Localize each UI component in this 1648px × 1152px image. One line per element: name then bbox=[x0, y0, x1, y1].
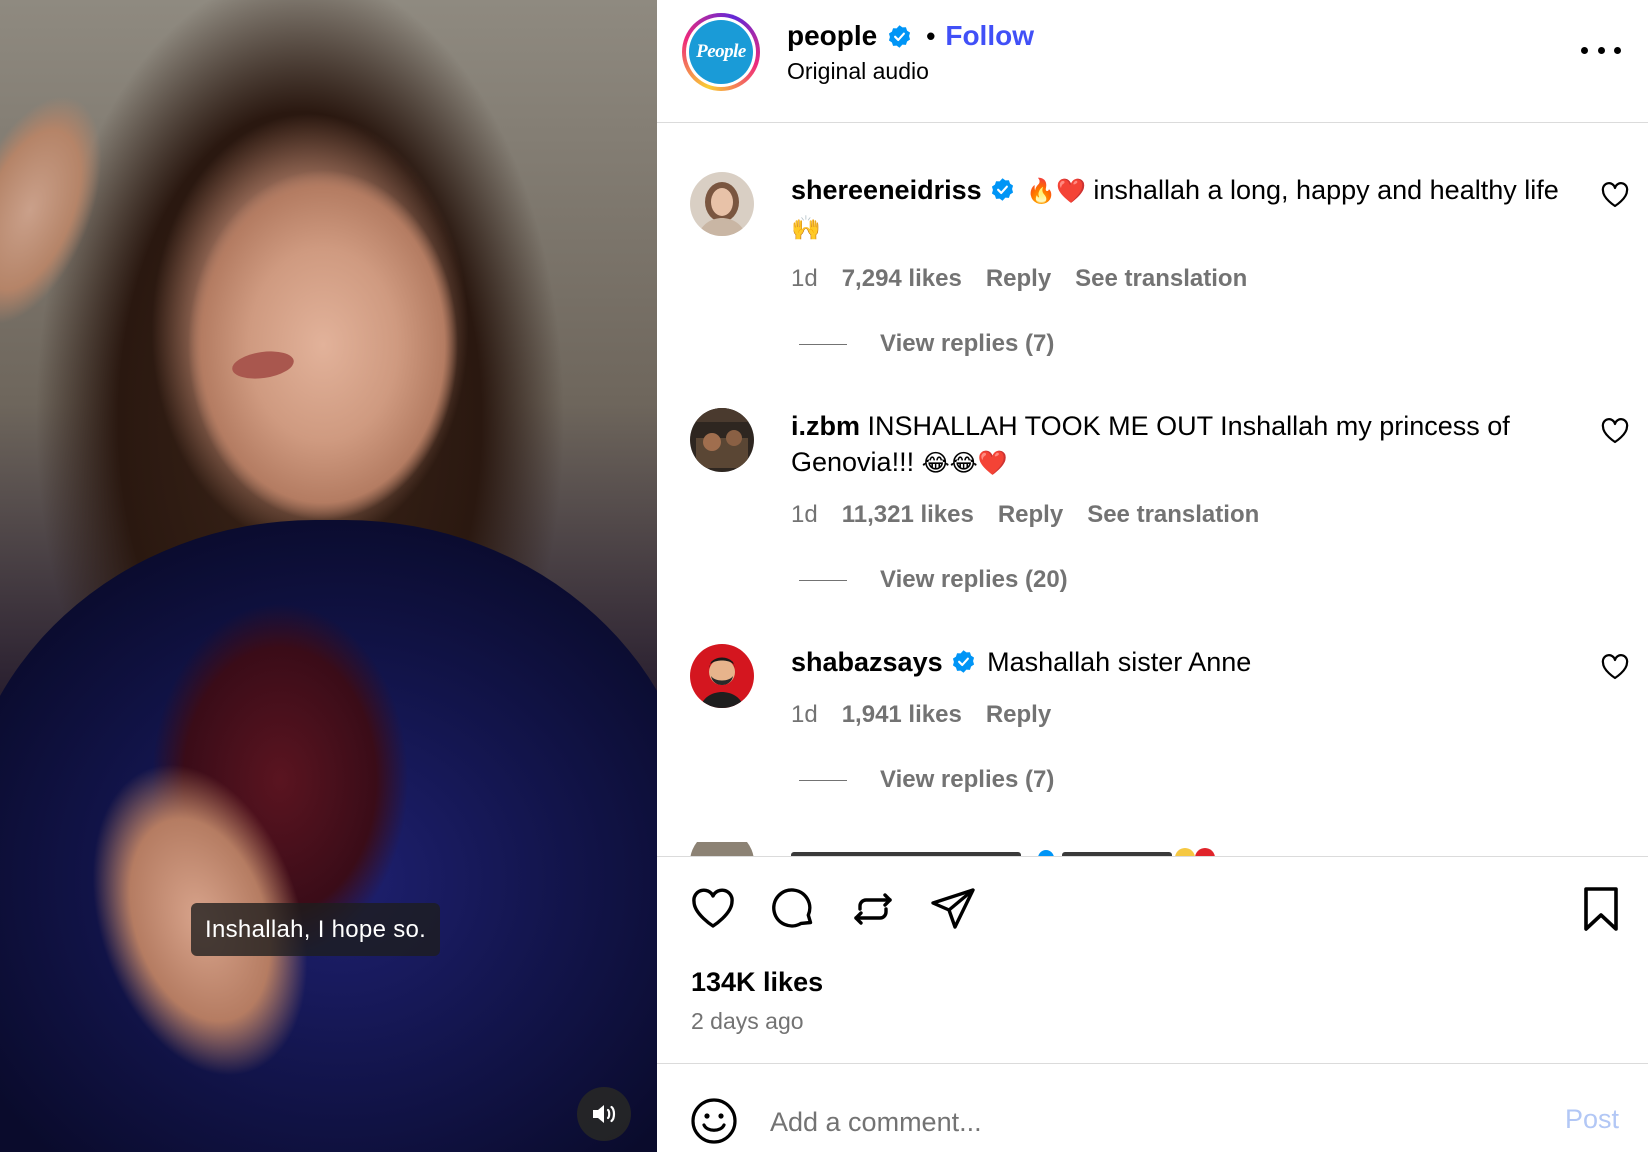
share-icon[interactable] bbox=[929, 885, 977, 933]
view-replies-button[interactable]: View replies (7) bbox=[799, 766, 1054, 794]
comment-emoji: 😂😂❤️ bbox=[921, 449, 1008, 477]
replies-divider-line bbox=[799, 579, 847, 581]
comment-like-heart-icon[interactable] bbox=[1601, 182, 1629, 208]
comment-meta: 1d 11,321 likes Reply See translation bbox=[791, 501, 1283, 529]
see-translation-button[interactable]: See translation bbox=[1087, 501, 1259, 529]
comment-reply-button[interactable]: Reply bbox=[986, 265, 1051, 293]
separator-dot: • bbox=[926, 20, 936, 51]
verified-badge-icon bbox=[991, 178, 1013, 201]
video-frame-hand bbox=[0, 76, 131, 344]
comment-time: 1d bbox=[791, 501, 818, 528]
add-comment-bar: Post bbox=[657, 1063, 1648, 1152]
view-replies-label: View replies (20) bbox=[880, 566, 1068, 593]
commenter-avatar[interactable] bbox=[690, 408, 754, 472]
comment-body: Mashallah sister Anne bbox=[987, 647, 1252, 677]
speaker-on-icon bbox=[593, 1105, 616, 1123]
comment-icon[interactable] bbox=[769, 885, 817, 933]
comments-list[interactable]: shereeneidriss 🔥❤️ inshallah a long, hap… bbox=[657, 124, 1648, 856]
view-replies-label: View replies (7) bbox=[880, 766, 1055, 793]
emoji-smiley-icon[interactable] bbox=[690, 1097, 738, 1145]
comment-body: inshallah a long, happy and healthy life bbox=[1093, 175, 1559, 205]
bookmark-icon[interactable] bbox=[1577, 885, 1625, 933]
video-player[interactable]: Inshallah, I hope so. bbox=[0, 0, 657, 1152]
comment-emoji: 🙌 bbox=[791, 214, 821, 242]
heart-icon[interactable] bbox=[689, 885, 737, 933]
post-comment-button[interactable]: Post bbox=[1565, 1104, 1619, 1135]
author-username[interactable]: people bbox=[787, 20, 877, 52]
comment-username[interactable]: shabazsays bbox=[791, 647, 943, 677]
comment-likes[interactable]: 1,941 likes bbox=[842, 701, 962, 729]
people-logo: People bbox=[689, 20, 753, 84]
view-replies-label: View replies (7) bbox=[880, 330, 1055, 357]
comment-meta: 1d 1,941 likes Reply bbox=[791, 701, 1075, 729]
view-replies-button[interactable]: View replies (7) bbox=[799, 330, 1054, 358]
comment-likes[interactable]: 11,321 likes bbox=[842, 501, 974, 529]
comment-body: INSHALLAH TOOK ME OUT Inshallah my princ… bbox=[791, 411, 1510, 477]
post-likes-count[interactable]: 134K likes bbox=[691, 967, 823, 998]
comment-text-block: shereeneidriss 🔥❤️ inshallah a long, hap… bbox=[791, 172, 1561, 246]
comment-likes[interactable]: 7,294 likes bbox=[842, 265, 962, 293]
comment-reply-button[interactable]: Reply bbox=[998, 501, 1063, 529]
video-frame-face bbox=[188, 170, 458, 520]
see-translation-button[interactable]: See translation bbox=[1075, 265, 1247, 293]
sound-toggle-button[interactable] bbox=[577, 1087, 631, 1141]
comment-time: 1d bbox=[791, 265, 818, 292]
repost-icon[interactable] bbox=[849, 885, 897, 933]
post-header: People people • Follow Original audio bbox=[657, 0, 1648, 123]
verified-badge-icon bbox=[889, 24, 911, 48]
post-panel: People people • Follow Original audio sh… bbox=[657, 0, 1648, 1152]
replies-divider-line bbox=[799, 343, 847, 345]
post-timestamp[interactable]: 2 days ago bbox=[691, 1008, 804, 1035]
comment-reply-button[interactable]: Reply bbox=[986, 701, 1051, 729]
verified-badge-icon bbox=[952, 650, 974, 673]
follow-button[interactable]: Follow bbox=[945, 20, 1034, 52]
comment-like-heart-icon[interactable] bbox=[1601, 654, 1629, 680]
replies-divider-line bbox=[799, 779, 847, 781]
comment-item-partial bbox=[690, 830, 1290, 856]
post-actions: 134K likes 2 days ago bbox=[657, 856, 1648, 1066]
video-subtitle: Inshallah, I hope so. bbox=[191, 903, 441, 956]
comment-text-block: shabazsays Mashallah sister Anne bbox=[791, 644, 1561, 680]
audio-label[interactable]: Original audio bbox=[787, 58, 929, 85]
comment-emoji: 🔥❤️ bbox=[1026, 177, 1086, 205]
comment-username[interactable]: shereeneidriss bbox=[791, 175, 982, 205]
view-replies-button[interactable]: View replies (20) bbox=[799, 566, 1068, 594]
comment-username[interactable]: i.zbm bbox=[791, 411, 860, 441]
comment-meta: 1d 7,294 likes Reply See translation bbox=[791, 265, 1271, 293]
comment-input[interactable] bbox=[770, 1100, 1470, 1144]
commenter-avatar[interactable] bbox=[690, 644, 754, 708]
more-options-icon[interactable] bbox=[1581, 38, 1621, 62]
comment-text-block: i.zbm INSHALLAH TOOK ME OUT Inshallah my… bbox=[791, 408, 1561, 481]
comment-like-heart-icon[interactable] bbox=[1601, 418, 1629, 444]
commenter-avatar[interactable] bbox=[690, 172, 754, 236]
comment-time: 1d bbox=[791, 701, 818, 728]
author-avatar[interactable]: People bbox=[682, 13, 760, 91]
